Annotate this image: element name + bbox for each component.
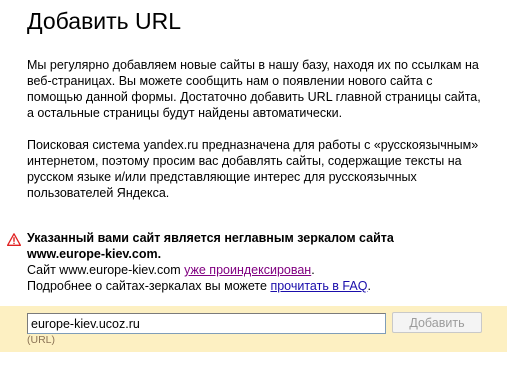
intro-line: помощью данной формы. Достаточно добавит… [27,90,481,104]
notice-line: интернетом, поэтому просим вас добавлять… [27,154,462,168]
indexed-link[interactable]: уже проиндексирован [184,263,311,277]
faq-line: Подробнее о сайтах-зеркалах вы можете пр… [27,278,394,294]
indexed-prefix: Сайт www.europe-kiev.com [27,263,185,277]
faq-link[interactable]: прочитать в FAQ [270,279,367,293]
notice-line: русском языке и/или представляющие интер… [27,170,417,184]
warning-headline: Указанный вами сайт является неглавным з… [27,231,394,245]
indexed-suffix: . [311,263,315,277]
intro-paragraph: Мы регулярно добавляем новые сайты в наш… [27,57,507,121]
faq-suffix: . [367,279,371,293]
url-field-hint: (URL) [27,334,55,346]
warning-headline-site: www.europe-kiev.com. [27,247,162,261]
notice-paragraph: Поисковая система yandex.ru предназначен… [27,137,507,201]
page-title: Добавить URL [27,8,182,34]
intro-line: а остальные страницы будут найдены автом… [27,106,343,120]
add-url-page: Добавить URL Мы регулярно добавляем новы… [0,0,517,365]
indexed-line: Сайт www.europe-kiev.com уже проиндексир… [27,262,394,278]
notice-line: пользователей Яндекса. [27,186,170,200]
warning-icon [7,233,21,246]
url-input[interactable] [27,313,386,334]
intro-line: веб-страницах. Вы можете сообщить нам о … [27,74,433,88]
notice-line: Поисковая система yandex.ru предназначен… [27,138,479,152]
faq-prefix: Подробнее о сайтах-зеркалах вы можете [27,279,271,293]
warning-text: Указанный вами сайт является неглавным з… [27,230,394,294]
intro-line: Мы регулярно добавляем новые сайты в наш… [27,58,479,72]
add-button[interactable]: Добавить [392,312,482,333]
